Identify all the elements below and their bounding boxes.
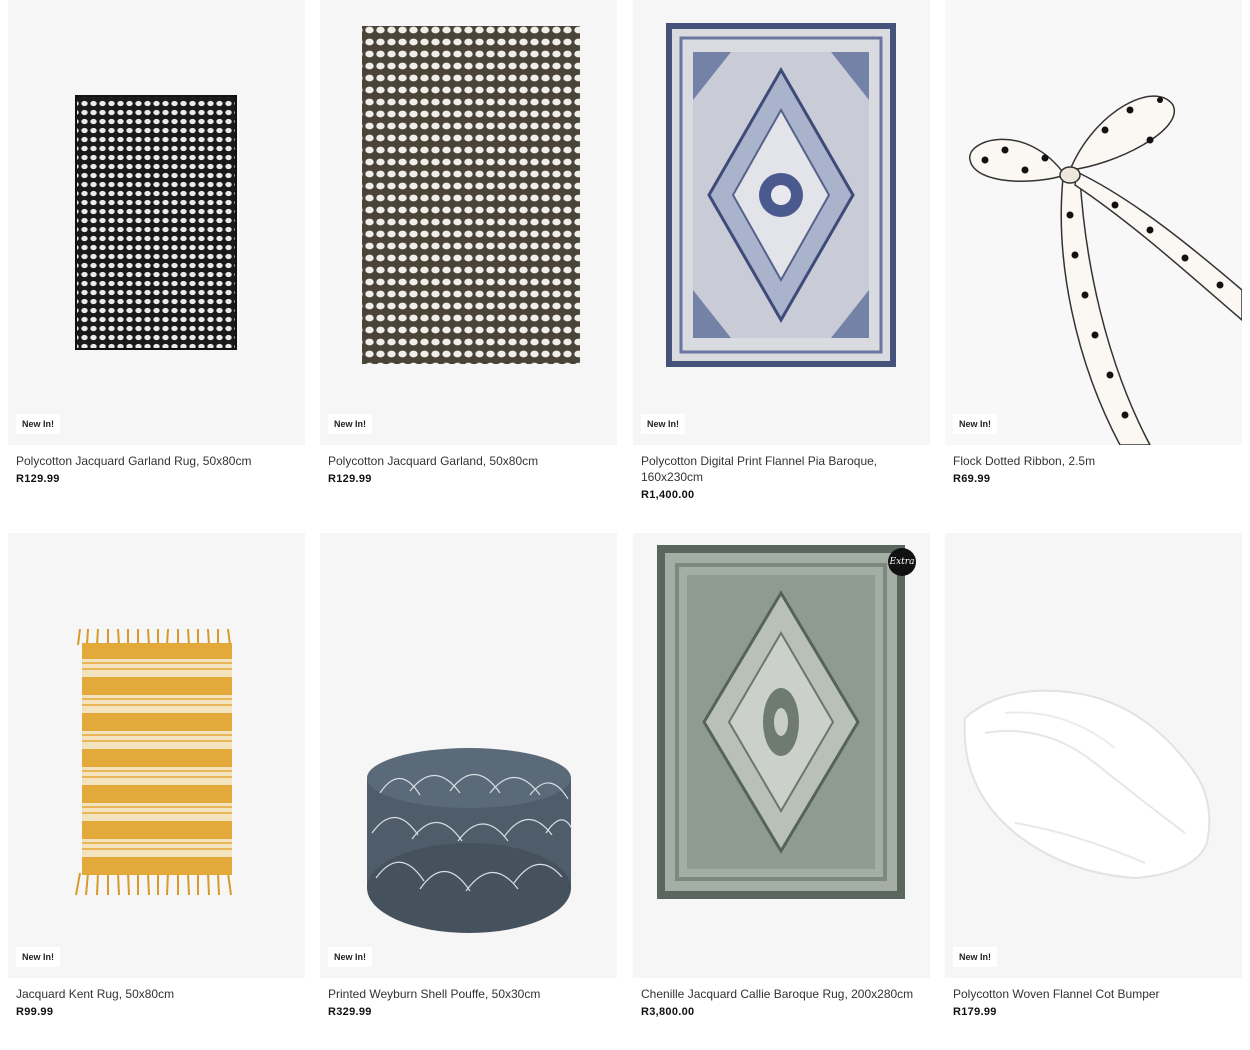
blue-shell-pouffe-image	[367, 748, 573, 933]
product-card[interactable]: New In! Printed Weyburn Shell Pouffe, 50…	[320, 533, 617, 1019]
product-name[interactable]: Polycotton Jacquard Garland Rug, 50x80cm	[16, 453, 297, 469]
product-price: R3,800.00	[641, 1006, 695, 1018]
yellow-striped-rug-image	[75, 628, 232, 896]
product-card[interactable]: New In! Flock Dotted Ribbon, 2.5m R69.99	[945, 0, 1242, 486]
product-card[interactable]: Extra Chenille Jacquard Callie Baroque R…	[633, 533, 930, 1019]
new-in-badge: New In!	[953, 947, 998, 967]
product-price: R1,400.00	[641, 489, 695, 501]
product-image[interactable]: Extra	[633, 533, 930, 978]
product-name[interactable]: Flock Dotted Ribbon, 2.5m	[953, 453, 1234, 469]
product-card[interactable]: New In! Polycotton Jacquard Garland Rug,…	[8, 0, 305, 486]
new-in-badge: New In!	[953, 414, 998, 434]
new-in-badge: New In!	[641, 414, 686, 434]
product-price: R329.99	[328, 1006, 372, 1018]
product-image[interactable]: New In!	[320, 533, 617, 978]
product-image[interactable]: New In!	[945, 0, 1242, 445]
new-in-badge: New In!	[328, 414, 373, 434]
green-baroque-rug-image	[657, 545, 905, 899]
new-in-badge: New In!	[16, 414, 61, 434]
product-name[interactable]: Polycotton Digital Print Flannel Pia Bar…	[641, 453, 922, 485]
product-image[interactable]: New In!	[633, 0, 930, 445]
product-name[interactable]: Polycotton Woven Flannel Cot Bumper	[953, 986, 1234, 1002]
product-card[interactable]: New In! Polycotton Jacquard Garland, 50x…	[320, 0, 617, 486]
new-in-badge: New In!	[328, 947, 373, 967]
white-cot-bumper-image	[963, 689, 1211, 880]
product-image[interactable]: New In!	[8, 0, 305, 445]
product-card[interactable]: New In! Polycotton Woven Flannel Cot Bum…	[945, 533, 1242, 1019]
product-image[interactable]: New In!	[945, 533, 1242, 978]
blue-baroque-rug-image	[666, 23, 896, 367]
new-in-badge: New In!	[16, 947, 61, 967]
product-card[interactable]: New In! Jacquard Kent Rug, 50x80cm R99.9…	[8, 533, 305, 1019]
product-card[interactable]: New In! Polycotton Digital Print Flannel…	[633, 0, 930, 502]
brown-white-bobble-rug-image	[362, 26, 580, 364]
product-name[interactable]: Jacquard Kent Rug, 50x80cm	[16, 986, 297, 1002]
product-name[interactable]: Chenille Jacquard Callie Baroque Rug, 20…	[641, 986, 922, 1002]
product-name[interactable]: Printed Weyburn Shell Pouffe, 50x30cm	[328, 986, 609, 1002]
product-price: R129.99	[16, 473, 60, 485]
black-white-bobble-rug-image	[75, 95, 237, 350]
extra-icon: Extra	[888, 548, 916, 576]
product-image[interactable]: New In!	[8, 533, 305, 978]
product-price: R69.99	[953, 473, 991, 485]
product-price: R129.99	[328, 473, 372, 485]
product-name[interactable]: Polycotton Jacquard Garland, 50x80cm	[328, 453, 609, 469]
product-price: R179.99	[953, 1006, 997, 1018]
product-price: R99.99	[16, 1006, 54, 1018]
dotted-ribbon-bow-image	[969, 95, 1242, 445]
product-image[interactable]: New In!	[320, 0, 617, 445]
